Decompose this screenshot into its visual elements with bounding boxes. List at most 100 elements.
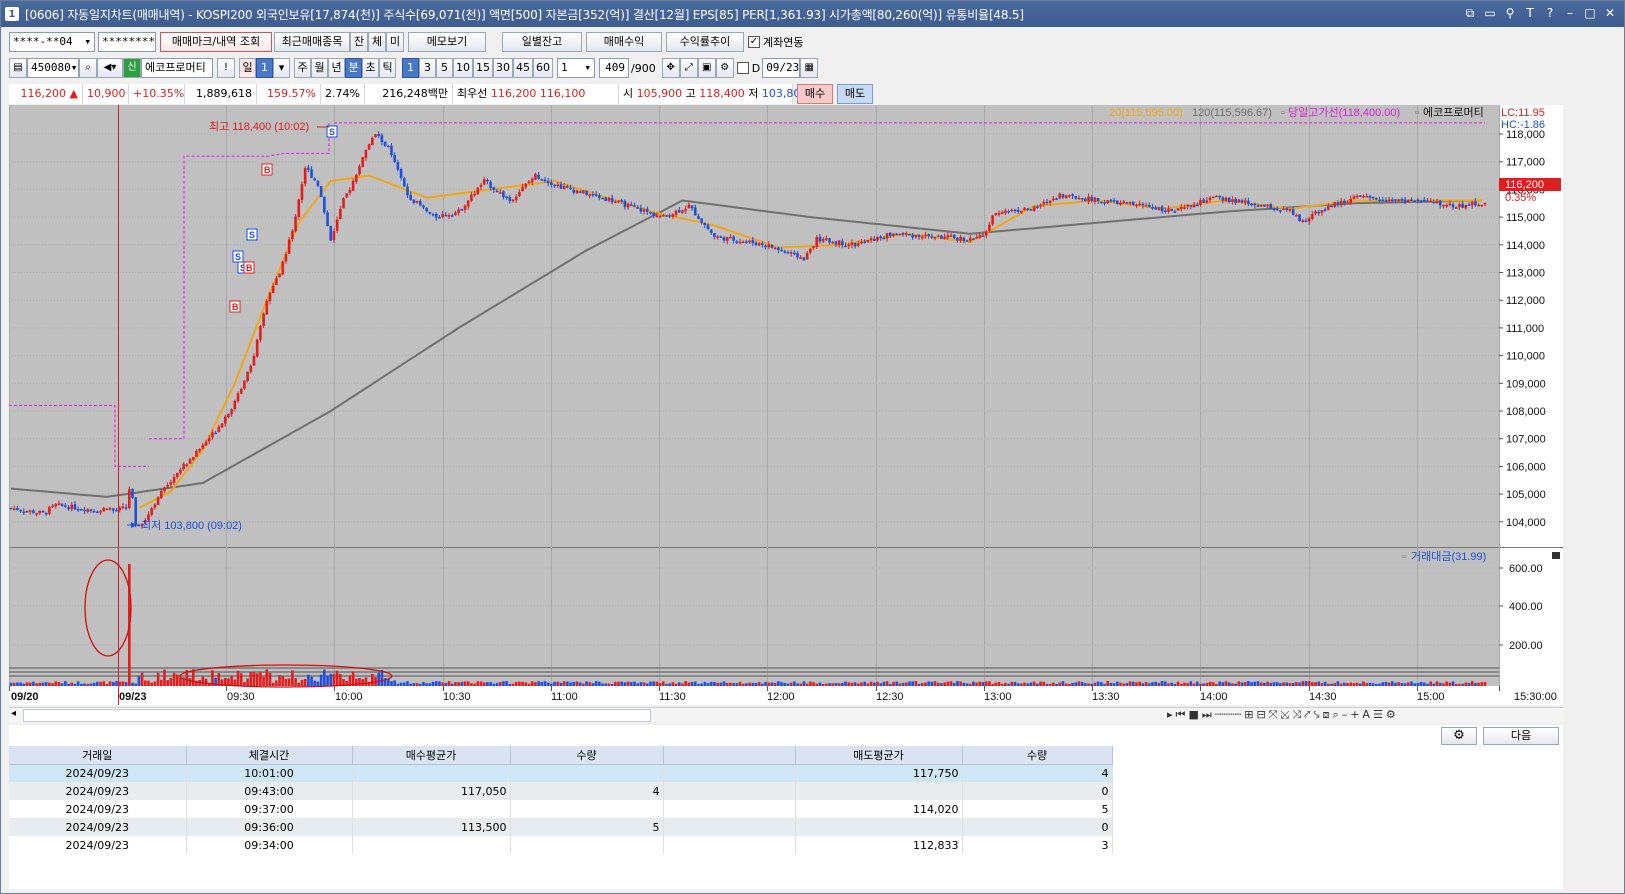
minute-60-button[interactable]: 60 bbox=[533, 58, 553, 78]
window-icon[interactable]: ▭ bbox=[1482, 5, 1498, 21]
volume-bar bbox=[1163, 681, 1167, 686]
trade-mark-button[interactable]: 매매마크/내역 조회 bbox=[160, 32, 272, 52]
tool-icon[interactable]: ⤧ bbox=[1269, 708, 1278, 724]
date-checkbox[interactable] bbox=[736, 62, 749, 74]
daily-balance-button[interactable]: 일별잔고 bbox=[502, 32, 582, 52]
save-icon[interactable]: ▣ bbox=[697, 58, 716, 78]
period-second-button[interactable]: 초 bbox=[362, 58, 379, 78]
balance-button[interactable]: 잔 bbox=[350, 32, 368, 52]
search-icon[interactable]: ⌕ bbox=[79, 58, 97, 78]
minute-45-button[interactable]: 45 bbox=[513, 58, 533, 78]
stock-name-field[interactable]: 에코프로머티 bbox=[141, 58, 213, 78]
period-day-button[interactable]: 일 bbox=[239, 58, 256, 78]
volume-bar bbox=[1282, 682, 1285, 686]
candlestick-chart[interactable]: 118,000117,000116,000115,000114,000113,0… bbox=[9, 105, 1563, 705]
stock-code-input[interactable]: 450080 ▾ bbox=[27, 58, 79, 78]
minute-15-button[interactable]: 15 bbox=[473, 58, 493, 78]
table-row[interactable]: 2024/09/23 10:01:00 117,750 4 bbox=[9, 764, 1113, 782]
period-dropdown[interactable]: ▾ bbox=[273, 58, 290, 78]
password-field[interactable]: ******** bbox=[98, 32, 156, 52]
pane-menu-icon[interactable] bbox=[1552, 552, 1560, 559]
return-trend-button[interactable]: 수익률추이 bbox=[666, 32, 744, 52]
account-select[interactable]: ****-**04 ▾ bbox=[9, 32, 95, 52]
account-link-checkbox[interactable]: ✓ bbox=[748, 36, 760, 48]
maximize-icon[interactable]: □ bbox=[1582, 5, 1598, 21]
minimize-icon[interactable]: – bbox=[1562, 5, 1578, 21]
calendar-icon[interactable]: ▦ bbox=[800, 58, 819, 78]
minute-3-button[interactable]: 3 bbox=[419, 58, 436, 78]
help-icon[interactable]: ? bbox=[1542, 5, 1558, 21]
period-year-button[interactable]: 년 bbox=[328, 58, 345, 78]
minute-30-button[interactable]: 30 bbox=[493, 58, 513, 78]
close-icon[interactable]: ✕ bbox=[1602, 5, 1618, 21]
alert-button[interactable]: ! bbox=[217, 58, 235, 78]
bar-count-input[interactable]: 409 bbox=[599, 58, 629, 78]
trade-profit-button[interactable]: 매매수익 bbox=[586, 32, 662, 52]
table-row[interactable]: 2024/09/23 09:37:00 114,020 5 bbox=[9, 800, 1113, 818]
font-icon[interactable]: T bbox=[1522, 5, 1538, 21]
period-tick-button[interactable]: 틱 bbox=[379, 58, 396, 78]
plus-icon[interactable]: + bbox=[1350, 708, 1359, 724]
candle-body bbox=[914, 234, 918, 238]
candle-body bbox=[198, 448, 201, 452]
tile-icon[interactable]: ⊟ bbox=[1256, 708, 1265, 724]
gear-icon[interactable]: ⚙ bbox=[1441, 726, 1477, 745]
period-week-button[interactable]: 주 bbox=[294, 58, 311, 78]
forward-icon[interactable]: ⏭ bbox=[1202, 708, 1212, 724]
minus-icon[interactable]: – bbox=[1342, 708, 1348, 724]
recent-stocks-button[interactable]: 최근매매종목 bbox=[274, 32, 350, 52]
zoom-icon[interactable]: ⌕ bbox=[1333, 708, 1339, 724]
sell-button[interactable]: 매도 bbox=[837, 84, 873, 104]
volume-bar bbox=[1295, 682, 1298, 686]
zoom-slider-icon[interactable]: ┄┄┄┄ bbox=[1215, 708, 1242, 724]
tool-icon[interactable]: ⧈ bbox=[1323, 708, 1330, 724]
period-n-button[interactable]: 1 bbox=[256, 58, 273, 78]
volume-bar bbox=[278, 675, 281, 686]
speaker-icon[interactable]: ◀▾ bbox=[97, 58, 123, 78]
volume-bar bbox=[1000, 683, 1004, 686]
tool-icon[interactable]: ⤨ bbox=[1292, 708, 1301, 724]
tool-icon[interactable]: ⤤ bbox=[1304, 708, 1310, 724]
gear-icon[interactable]: ⚙ bbox=[715, 58, 734, 78]
chart-scrollbar[interactable]: ◂ ▸ ⏮ ■ ⏭ ┄┄┄┄ ⊞ ⊟ ⤧ ⤩ ⤨ ⤤ ⤥ ⧈ ⌕ – + A ☰… bbox=[9, 707, 1563, 723]
volume-bar bbox=[281, 676, 285, 686]
table-row[interactable]: 2024/09/23 09:34:00 112,833 3 bbox=[9, 836, 1113, 854]
period-minute-button[interactable]: 분 bbox=[345, 58, 362, 78]
split-icon[interactable]: ⊞ bbox=[1244, 708, 1253, 724]
executed-button[interactable]: 체 bbox=[368, 32, 386, 52]
table-row[interactable]: 2024/09/23 09:36:00 113,500 5 0 bbox=[9, 818, 1113, 836]
minute-1-button[interactable]: 1 bbox=[402, 58, 419, 78]
settings-icon[interactable]: ⚙ bbox=[1386, 708, 1396, 724]
date-input[interactable]: 09/23 bbox=[762, 58, 801, 78]
memo-button[interactable]: 메모보기 bbox=[408, 32, 486, 52]
scroll-thumb[interactable] bbox=[23, 709, 651, 722]
candle-body bbox=[19, 509, 22, 512]
chart-canvas[interactable]: 118,000117,000116,000115,000114,000113,0… bbox=[9, 105, 1563, 705]
minute-5-button[interactable]: 5 bbox=[436, 58, 453, 78]
pin-icon[interactable]: ⚲ bbox=[1502, 5, 1518, 21]
minute-10-button[interactable]: 10 bbox=[453, 58, 473, 78]
period-month-button[interactable]: 월 bbox=[311, 58, 328, 78]
chevron-down-icon: ▾ bbox=[584, 61, 591, 74]
buy-button[interactable]: 매수 bbox=[797, 84, 833, 104]
interval-select[interactable]: 1 ▾ bbox=[557, 58, 595, 78]
rewind-icon[interactable]: ⏮ bbox=[1176, 708, 1186, 724]
tool-icon[interactable]: ⤩ bbox=[1281, 708, 1290, 724]
screen-number-icon[interactable]: 1 bbox=[5, 7, 19, 21]
chart-settings-icon[interactable]: ▤ bbox=[9, 58, 27, 78]
candle-body bbox=[1036, 206, 1039, 208]
text-icon[interactable]: A bbox=[1362, 708, 1370, 724]
candle-body bbox=[1464, 204, 1468, 209]
tool-icon[interactable]: ⤥ bbox=[1313, 708, 1319, 724]
unfilled-button[interactable]: 미 bbox=[386, 32, 404, 52]
scroll-left-icon[interactable]: ◂ bbox=[11, 708, 16, 719]
crosshair-icon[interactable]: ✥ bbox=[661, 58, 680, 78]
candle-body bbox=[182, 463, 185, 470]
table-row[interactable]: 2024/09/23 09:43:00 117,050 4 0 bbox=[9, 782, 1113, 800]
list-icon[interactable]: ☰ bbox=[1373, 708, 1383, 724]
stop-icon[interactable]: ■ bbox=[1188, 708, 1198, 724]
layout-icon[interactable]: ⧉ bbox=[1462, 5, 1478, 21]
draw-tool-icon[interactable]: ⤢ bbox=[679, 58, 698, 78]
scroll-right-icon[interactable]: ▸ bbox=[1167, 708, 1173, 724]
next-button[interactable]: 다음 bbox=[1483, 726, 1559, 745]
